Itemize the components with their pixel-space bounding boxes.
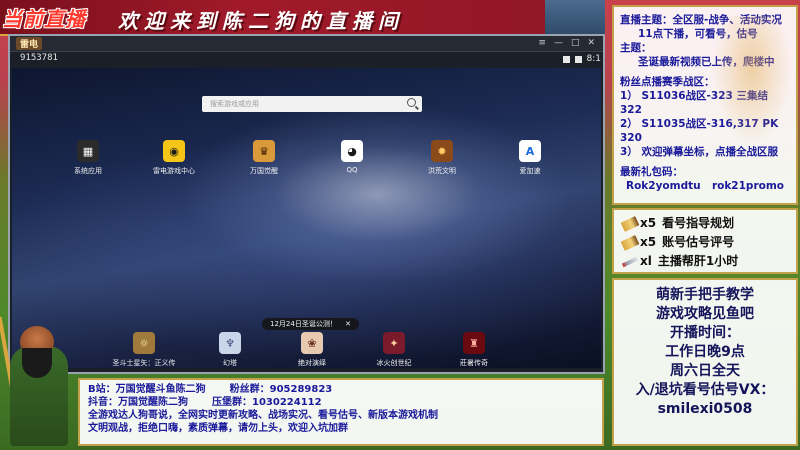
app-aijiasu[interactable]: A 爱加速	[498, 140, 562, 176]
window-controls: ≡ — □ ✕	[538, 38, 595, 48]
app-juedui-app[interactable]: ❀ 绝对演绎	[280, 332, 344, 368]
bilibili-info: B站：万国觉醒斗鱼陈二狗	[88, 384, 206, 395]
honghuang-app-icon[interactable]: ✹	[431, 140, 453, 162]
fan-group: 粉丝群：905289823	[229, 384, 333, 395]
app-binghuo-app[interactable]: ✦ 冰火创世纪	[362, 332, 426, 368]
menu-icon[interactable]: ≡	[538, 38, 546, 48]
pencil-icon	[620, 215, 640, 232]
fan-item: 3） 欢迎弹幕坐标，点播全战区服	[620, 146, 778, 158]
gift-code-1: Rok2yomdtu	[626, 180, 701, 192]
status-bar: 8:1	[562, 54, 601, 64]
schedule-line: 周六日全天	[670, 363, 740, 379]
castle-group: 压堡群：1030224112	[212, 397, 322, 408]
reward-count: x5	[640, 216, 657, 230]
camera-thumbnail	[545, 0, 605, 36]
warrior-character-art	[0, 316, 82, 450]
emulator-titlebar: 雷电 ≡ — □ ✕	[10, 36, 603, 52]
app-label: 爱加速	[519, 167, 541, 175]
emulator-logo: 雷电	[16, 37, 43, 50]
battery-icon	[574, 55, 582, 63]
topic-label: 直播主题：	[620, 14, 673, 26]
app-rok-app[interactable]: ♛ 万国觉醒	[232, 140, 296, 176]
schedule-line: 萌新手把手教学	[656, 287, 754, 303]
android-home-screen: 搜索游戏或应用 ▦ 系统应用 ◉ 雷电游戏中心 ♛ 万国觉醒 ◕ QQ ✹ 洪荒文明 A 爱加速 ☼ 圣…	[12, 68, 601, 368]
saint-seiya-app-icon[interactable]: ☼	[133, 332, 155, 354]
system-apps-icon[interactable]: ▦	[77, 140, 99, 162]
app-zhuangshu-app[interactable]: ♜ 莊暑传奇	[442, 332, 506, 368]
reward-list: x5 看号指导规划 x5 账号估号评号 xl 主播帮肝1小时	[620, 214, 788, 271]
reward-count: x5	[640, 235, 657, 249]
status-clock: 8:1	[586, 54, 601, 64]
schedule-panel: 萌新手把手教学 游戏攻略见鱼吧 开播时间： 工作日晚9点 周六日全天入/退坑看号估号VX…	[612, 278, 798, 446]
schedule-line: 入/退坑看号估号VX：	[635, 382, 775, 398]
live-tag: 当前直播	[2, 7, 86, 31]
pencil-icon	[620, 234, 640, 251]
reward-count: xl	[640, 254, 652, 268]
app-label: 雷电游戏中心	[153, 167, 195, 175]
app-label: 万国觉醒	[250, 167, 278, 175]
search-placeholder: 搜索游戏或应用	[210, 100, 259, 108]
app-saint-seiya-app[interactable]: ☼ 圣斗士星矢：正义传说	[112, 332, 176, 368]
schedule-line: 游戏攻略见鱼吧	[656, 306, 754, 322]
gift-codes: Rok2yomdtu rok21promo	[620, 179, 790, 193]
intro-line: 全游戏达人狗哥说，全网实时更新攻略、战场实况、看号估号、新版本游戏机制	[88, 410, 438, 421]
search-icon[interactable]	[407, 98, 416, 107]
top-banner: 当前直播 欢迎来到陈二狗的直播间	[0, 0, 605, 36]
app-qq[interactable]: ◕ QQ	[320, 140, 384, 174]
app-label: QQ	[346, 166, 358, 174]
toast-text: 12月24日圣诞公测！	[270, 320, 337, 328]
mascot-figure	[712, 16, 792, 146]
gift-label: 最新礼包码：	[620, 166, 683, 178]
gift-code-2: rok21promo	[711, 180, 784, 192]
toast-close-icon[interactable]: ✕	[345, 320, 351, 328]
rules-line: 文明观战，拒绝口嗨，素质弹幕，请勿上头，欢迎入坑加群	[88, 423, 348, 434]
aijiasu-icon[interactable]: A	[519, 140, 541, 162]
app-label: 莊暑传奇	[460, 359, 488, 367]
rewards-panel: x5 看号指导规划 x5 账号估号评号 xl 主播帮肝1小时	[612, 208, 798, 274]
app-system-apps[interactable]: ▦ 系统应用	[56, 140, 120, 176]
huanta-app-icon[interactable]: ♆	[219, 332, 241, 354]
app-label: 冰火创世纪	[376, 359, 412, 367]
app-huanta-app[interactable]: ♆ 幻塔	[198, 332, 262, 368]
reward-text: 账号估号评号	[662, 235, 735, 249]
app-search-input[interactable]: 搜索游戏或应用	[202, 96, 422, 112]
schedule-lines: 萌新手把手教学 游戏攻略见鱼吧 开播时间： 工作日晚9点 周六日全天入/退坑看号估号VX…	[620, 286, 790, 419]
app-honghuang-app[interactable]: ✹ 洪荒文明	[410, 140, 474, 176]
reward-item: x5 看号指导规划	[620, 214, 788, 233]
device-id: 9153781	[20, 53, 58, 63]
schedule-line: smilexi0508	[657, 401, 753, 417]
app-label: 幻塔	[223, 359, 237, 367]
reward-item: x5 账号估号评号	[620, 233, 788, 252]
welcome-title: 欢迎来到陈二狗的直播间	[118, 9, 404, 33]
binghuo-app-icon[interactable]: ✦	[383, 332, 405, 354]
qq-icon[interactable]: ◕	[341, 140, 363, 162]
juedui-app-icon[interactable]: ❀	[301, 332, 323, 354]
app-label: 系统应用	[74, 167, 102, 175]
app-label: 绝对演绎	[298, 359, 326, 367]
zhuangshu-app-icon[interactable]: ♜	[463, 332, 485, 354]
schedule-line: 开播时间：	[670, 325, 740, 341]
app-game-center[interactable]: ◉ 雷电游戏中心	[142, 140, 206, 176]
douyin-info: 抖音：万国觉醒陈二狗	[88, 397, 188, 408]
maximize-icon[interactable]: □	[571, 38, 580, 48]
sword-icon	[621, 256, 639, 267]
app-label: 洪荒文明	[428, 167, 456, 175]
schedule-line: 工作日晚9点	[665, 344, 745, 360]
signal-icon	[562, 55, 570, 63]
game-center-icon[interactable]: ◉	[163, 140, 185, 162]
reward-item: xl 主播帮肝1小时	[621, 252, 788, 271]
rok-app-icon[interactable]: ♛	[253, 140, 275, 162]
reward-text: 主播帮肝1小时	[657, 254, 739, 268]
close-icon[interactable]: ✕	[587, 38, 595, 48]
minimize-icon[interactable]: —	[554, 38, 563, 48]
emulator-window: 雷电 ≡ — □ ✕ 9153781 8:1 搜索游戏或应用 ▦ 系统应用 ◉ 雷电游…	[8, 34, 605, 374]
contact-panel: B站：万国觉醒斗鱼陈二狗 粉丝群：905289823 抖音：万国觉醒陈二狗 压堡群：…	[78, 378, 604, 446]
app-label: 圣斗士星矢：正义传说	[112, 359, 176, 367]
reward-text: 看号指导规划	[662, 216, 735, 230]
toast-notice[interactable]: 12月24日圣诞公测！ ✕	[262, 318, 359, 330]
